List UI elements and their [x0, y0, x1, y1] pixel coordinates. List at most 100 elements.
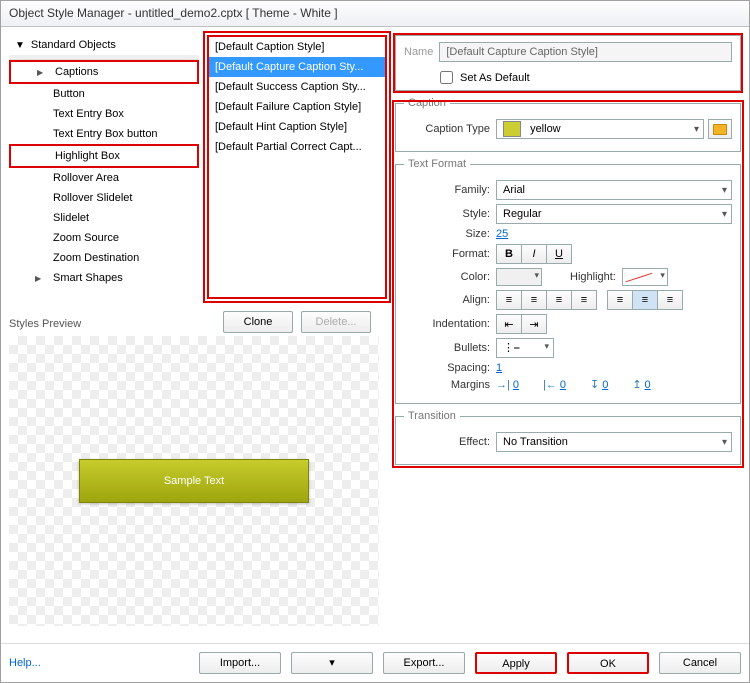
style-list-column: [Default Caption Style][Default Capture …: [207, 35, 387, 626]
delete-button: Delete...: [301, 311, 371, 333]
font-family-select[interactable]: Arial: [496, 180, 732, 200]
tree-root[interactable]: ▼ Standard Objects: [9, 35, 199, 59]
align-left-icon: ≡: [506, 294, 512, 306]
family-label: Family:: [404, 184, 490, 196]
valign-middle-icon: ≡: [642, 294, 648, 306]
outdent-icon: ⇤: [504, 318, 513, 331]
object-tree: ▼ Standard Objects CaptionsButtonText En…: [9, 35, 199, 626]
style-label: Style:: [404, 208, 490, 220]
margin-left[interactable]: →|0: [496, 379, 519, 391]
font-size-link[interactable]: 25: [496, 228, 508, 240]
caption-color-swatch: [503, 121, 521, 137]
italic-button[interactable]: I: [521, 244, 547, 264]
tree-item-highlight-box[interactable]: Highlight Box: [9, 144, 199, 168]
caption-fieldset: Caption Caption Type yellow: [395, 97, 741, 152]
tree-item-smart-shapes[interactable]: Smart Shapes: [9, 268, 199, 288]
align-right-button[interactable]: ≡: [546, 290, 572, 310]
align-center-button[interactable]: ≡: [521, 290, 547, 310]
spacing-label: Spacing:: [404, 362, 490, 374]
name-label: Name: [404, 46, 433, 58]
indent-button[interactable]: ⇥: [521, 314, 547, 334]
indent-label: Indentation:: [404, 318, 490, 330]
transition-legend: Transition: [404, 410, 460, 422]
cancel-button[interactable]: Cancel: [659, 652, 741, 674]
margins-label: Margins: [404, 379, 490, 391]
highlight-color-picker[interactable]: [622, 268, 668, 286]
style-list-item[interactable]: [Default Hint Caption Style]: [209, 117, 385, 137]
import-menu-button[interactable]: ▾: [291, 652, 373, 674]
align-label: Align:: [404, 294, 490, 306]
bold-button[interactable]: B: [496, 244, 522, 264]
caption-type-label: Caption Type: [404, 123, 490, 135]
style-list[interactable]: [Default Caption Style][Default Capture …: [207, 35, 387, 299]
tree-item-button[interactable]: Button: [9, 84, 199, 104]
valign-bottom-icon: ≡: [667, 294, 673, 306]
set-as-default-checkbox[interactable]: [440, 71, 453, 84]
spacing-link[interactable]: 1: [496, 362, 502, 374]
name-box: Name [Default Capture Caption Style] Set…: [395, 35, 741, 91]
outdent-button[interactable]: ⇤: [496, 314, 522, 334]
bullets-label: Bullets:: [404, 342, 490, 354]
text-color-picker[interactable]: [496, 268, 542, 286]
style-list-item[interactable]: [Default Capture Caption Sty...: [209, 57, 385, 77]
style-name-field[interactable]: [Default Capture Caption Style]: [439, 42, 732, 62]
text-format-legend: Text Format: [404, 158, 470, 170]
align-justify-icon: ≡: [581, 294, 587, 306]
valign-middle-button[interactable]: ≡: [632, 290, 658, 310]
tree-item-zoom-destination[interactable]: Zoom Destination: [9, 248, 199, 268]
valign-bottom-button[interactable]: ≡: [657, 290, 683, 310]
tree-item-zoom-source[interactable]: Zoom Source: [9, 228, 199, 248]
size-label: Size:: [404, 228, 490, 240]
align-right-icon: ≡: [556, 294, 562, 306]
caption-type-value: yellow: [530, 123, 561, 135]
clone-button[interactable]: Clone: [223, 311, 293, 333]
object-style-manager-window: Object Style Manager - untitled_demo2.cp…: [0, 0, 750, 683]
format-buttons: B I U: [496, 244, 572, 264]
tree-item-rollover-slidelet[interactable]: Rollover Slidelet: [9, 188, 199, 208]
align-left-button[interactable]: ≡: [496, 290, 522, 310]
align-justify-button[interactable]: ≡: [571, 290, 597, 310]
ok-button[interactable]: OK: [567, 652, 649, 674]
window-title: Object Style Manager - untitled_demo2.cp…: [1, 1, 749, 27]
style-list-item[interactable]: [Default Partial Correct Capt...: [209, 137, 385, 157]
apply-button[interactable]: Apply: [475, 652, 557, 674]
color-label: Color:: [404, 271, 490, 283]
effect-label: Effect:: [404, 436, 490, 448]
highlight-label: Highlight:: [570, 271, 616, 283]
indent-icon: ⇥: [529, 318, 538, 331]
bullets-select[interactable]: ⋮⎯: [496, 338, 554, 358]
browse-caption-button[interactable]: [708, 119, 732, 139]
text-format-fieldset: Text Format Family: Arial Style: Regular…: [395, 158, 741, 404]
tree-item-text-entry-box[interactable]: Text Entry Box: [9, 104, 199, 124]
style-list-item[interactable]: [Default Success Caption Sty...: [209, 77, 385, 97]
tree-item-slidelet[interactable]: Slidelet: [9, 208, 199, 228]
margin-top[interactable]: ↧0: [590, 378, 608, 391]
dialog-footer: Help... Import... ▾ Export... Apply OK C…: [1, 643, 749, 682]
transition-fieldset: Transition Effect: No Transition: [395, 410, 741, 465]
font-style-select[interactable]: Regular: [496, 204, 732, 224]
margin-bottom[interactable]: ↥0: [632, 378, 650, 391]
collapse-arrow-icon: ▼: [15, 40, 25, 51]
caption-type-select[interactable]: yellow: [496, 119, 704, 139]
properties-panel: Name [Default Capture Caption Style] Set…: [395, 35, 741, 626]
valign-top-icon: ≡: [617, 294, 623, 306]
caption-legend: Caption: [404, 97, 450, 109]
tree-root-label: Standard Objects: [31, 39, 116, 51]
tree-item-rollover-area[interactable]: Rollover Area: [9, 168, 199, 188]
style-list-item[interactable]: [Default Failure Caption Style]: [209, 97, 385, 117]
margin-right[interactable]: |←0: [543, 379, 566, 391]
bullets-icon: ⋮⎯: [503, 341, 520, 355]
set-as-default-label: Set As Default: [460, 72, 530, 84]
transition-effect-select[interactable]: No Transition: [496, 432, 732, 452]
import-button[interactable]: Import...: [199, 652, 281, 674]
folder-icon: [713, 124, 727, 135]
export-button[interactable]: Export...: [383, 652, 465, 674]
tree-item-captions[interactable]: Captions: [9, 60, 199, 84]
underline-button[interactable]: U: [546, 244, 572, 264]
format-label: Format:: [404, 248, 490, 260]
tree-item-text-entry-box-button[interactable]: Text Entry Box button: [9, 124, 199, 144]
help-link[interactable]: Help...: [9, 657, 41, 669]
valign-top-button[interactable]: ≡: [607, 290, 633, 310]
style-list-item[interactable]: [Default Caption Style]: [209, 37, 385, 57]
align-center-icon: ≡: [531, 294, 537, 306]
